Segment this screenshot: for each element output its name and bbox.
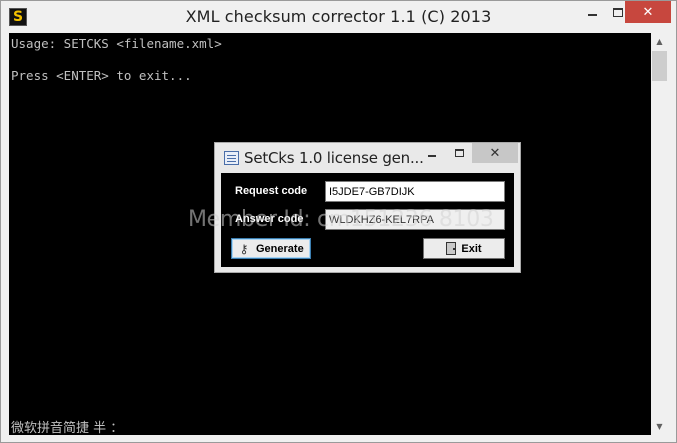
console-titlebar[interactable]: S XML checksum corrector 1.1 (C) 2013 ✕ — [1, 1, 676, 33]
generate-button[interactable]: ⚷ Generate — [231, 238, 311, 259]
scroll-down-arrow-icon[interactable]: ▼ — [651, 418, 668, 435]
close-icon: ✕ — [489, 145, 501, 161]
scroll-up-arrow-icon[interactable]: ▲ — [651, 33, 668, 50]
vertical-scrollbar[interactable]: ▲ ▼ — [651, 33, 668, 435]
dialog-minimize-button[interactable] — [419, 143, 445, 163]
minimize-icon — [428, 155, 436, 157]
dialog-form-panel: Request code Answer code ⚷ Generate Exit — [221, 173, 514, 267]
document-list-icon — [224, 151, 239, 165]
maximize-icon — [613, 7, 623, 17]
window-title: XML checksum corrector 1.1 (C) 2013 — [185, 7, 492, 26]
license-generator-dialog: SetCks 1.0 license gen... ✕ Request code… — [214, 142, 521, 273]
request-code-label: Request code — [235, 185, 308, 197]
minimize-button[interactable] — [579, 1, 605, 23]
key-icon: ⚷ — [239, 241, 249, 256]
dialog-maximize-button[interactable] — [446, 143, 472, 163]
generate-button-label: Generate — [256, 242, 304, 255]
maximize-icon — [454, 149, 464, 157]
console-line-usage: Usage: SETCKS <filename.xml> — [11, 36, 222, 51]
dialog-title: SetCks 1.0 license gen... — [244, 149, 424, 167]
dialog-titlebar[interactable]: SetCks 1.0 license gen... ✕ — [215, 143, 520, 173]
door-exit-icon — [446, 242, 457, 255]
close-button[interactable]: ✕ — [625, 1, 671, 23]
ime-status-bar: 微软拼音简捷 半 ： — [11, 421, 124, 436]
close-icon: ✕ — [642, 4, 654, 20]
console-line-exit-prompt: Press <ENTER> to exit... — [11, 68, 192, 83]
request-code-input[interactable] — [325, 181, 505, 202]
scroll-thumb[interactable] — [652, 51, 667, 81]
minimize-icon — [587, 14, 597, 16]
exit-button[interactable]: Exit — [423, 238, 505, 259]
answer-code-field[interactable] — [325, 209, 505, 230]
dialog-close-button[interactable]: ✕ — [472, 143, 518, 163]
answer-code-label: Answer code — [235, 213, 304, 225]
exit-button-label: Exit — [461, 242, 482, 255]
